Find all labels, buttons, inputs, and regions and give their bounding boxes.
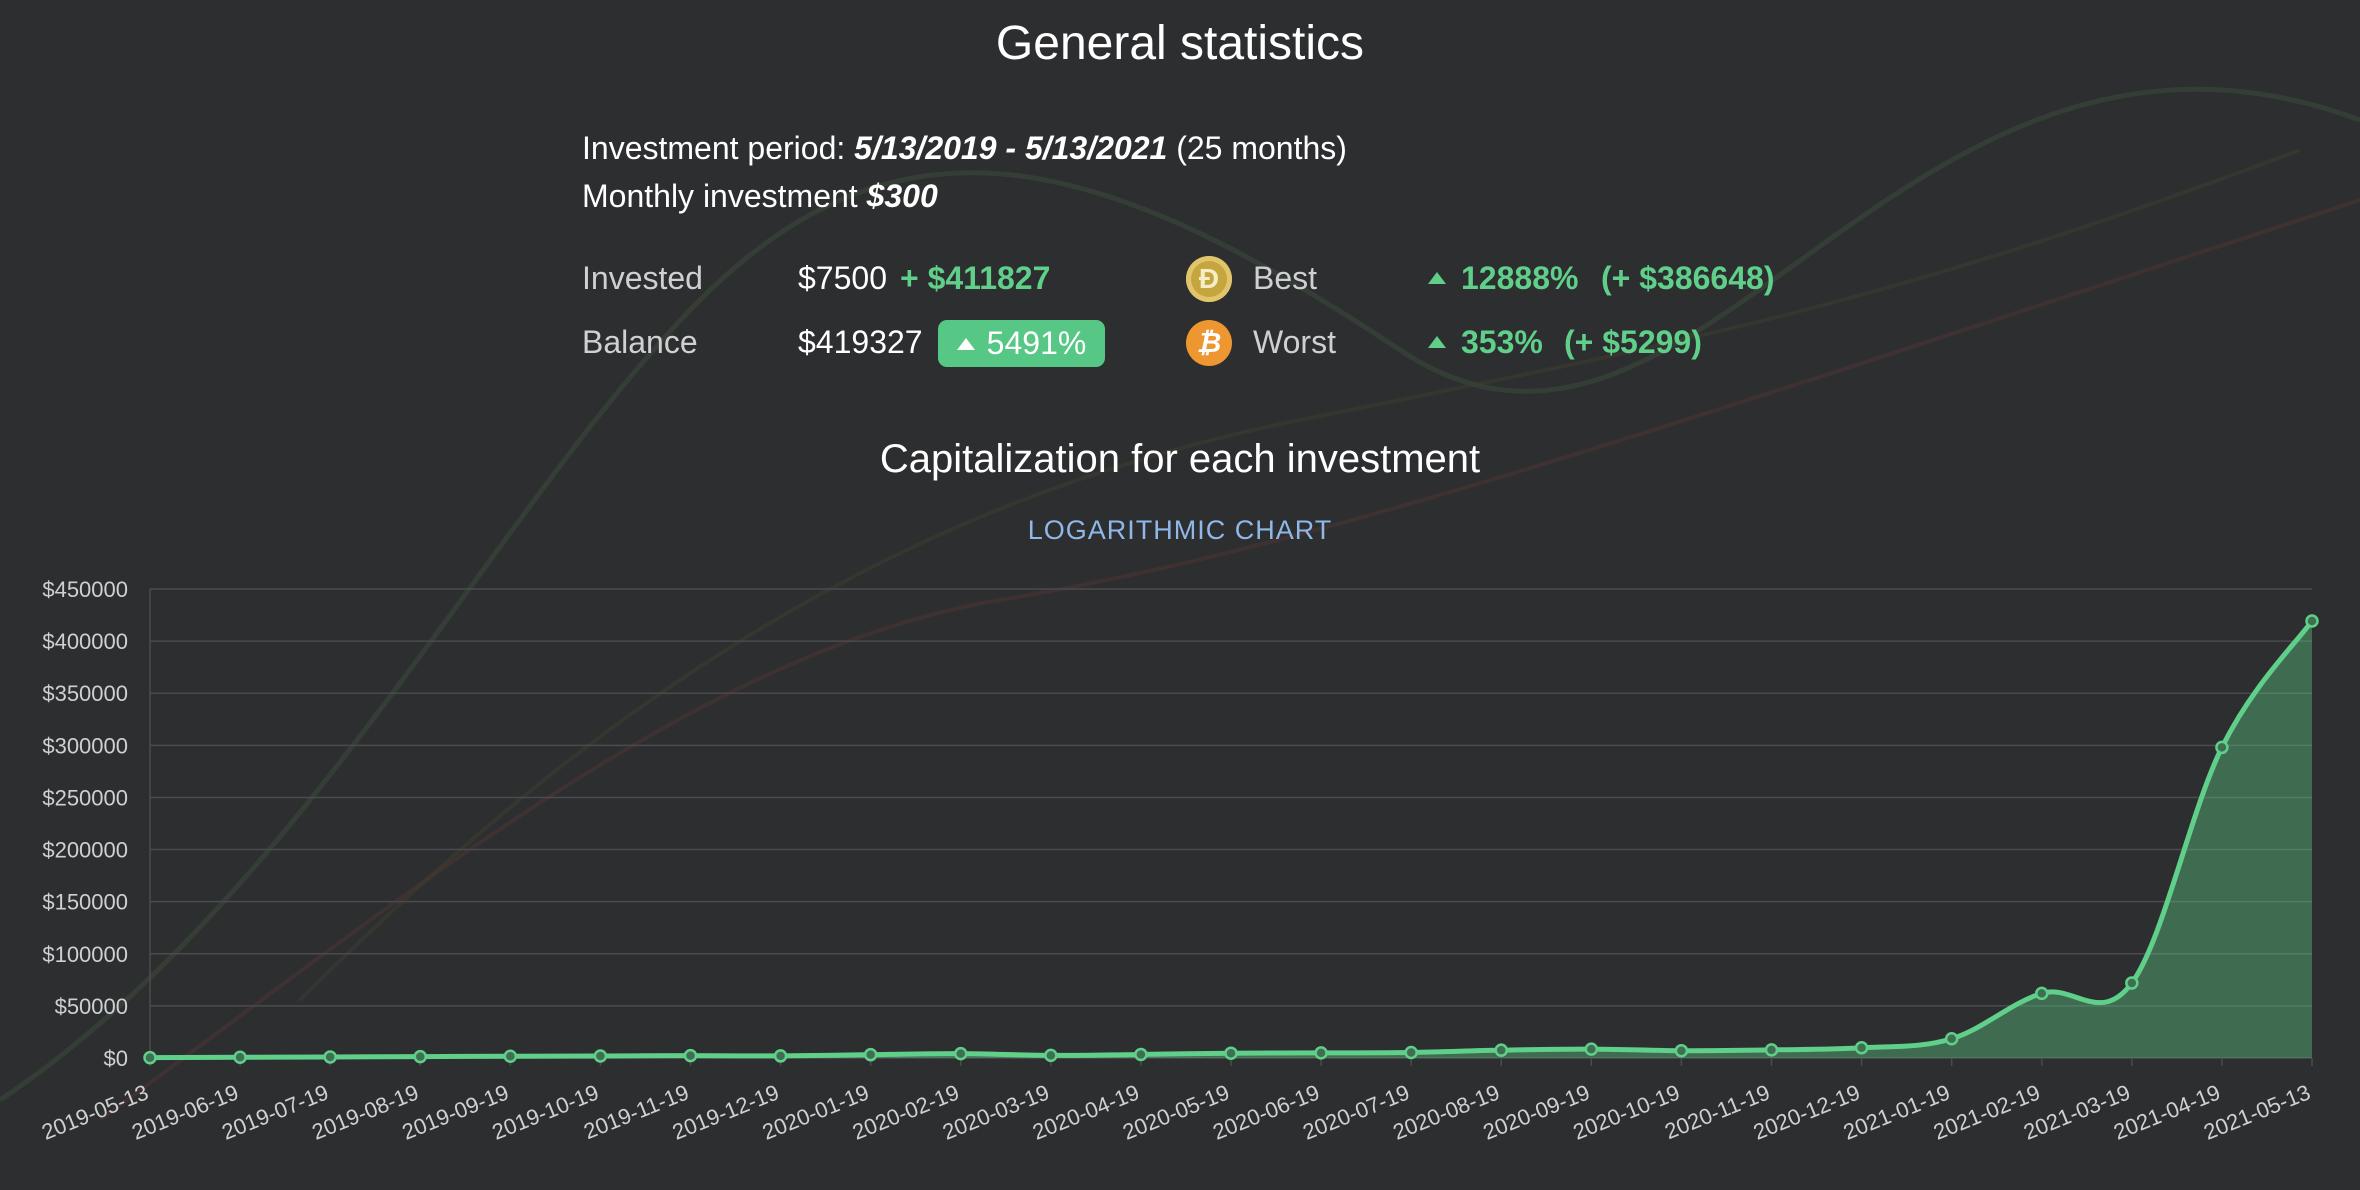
data-point (2125, 976, 2139, 990)
data-point (593, 1049, 608, 1063)
data-point (773, 1049, 788, 1063)
data-point (1584, 1042, 1599, 1056)
data-point (503, 1049, 518, 1063)
capitalization-chart: $0 $50000 $100000 $150000 $200000 $250000 $300… (38, 577, 2319, 1145)
data-point (2215, 740, 2229, 755)
data-point (1224, 1046, 1238, 1060)
data-point (413, 1049, 427, 1064)
data-point (1314, 1046, 1328, 1060)
y-tick-label: $150000 (42, 890, 128, 915)
data-point (1854, 1041, 1869, 1055)
y-tick-label: $50000 (55, 994, 128, 1019)
data-point (2035, 986, 2049, 1001)
data-point (1044, 1048, 1058, 1063)
data-point (1494, 1043, 1508, 1057)
data-point (954, 1046, 968, 1061)
series-line (149, 619, 2315, 1061)
y-tick-label: $300000 (42, 733, 128, 758)
data-point (683, 1048, 698, 1063)
y-tick-label: $450000 (42, 577, 128, 602)
data-point (143, 1050, 157, 1065)
data-point (1944, 1031, 1959, 1046)
data-point (233, 1050, 247, 1065)
y-tick-label: $400000 (42, 629, 128, 654)
data-point (1134, 1047, 1148, 1062)
data-point (323, 1050, 337, 1064)
data-point (863, 1047, 878, 1062)
data-point (1764, 1043, 1779, 1057)
series-area (150, 620, 2312, 1058)
y-tick-label: $200000 (42, 838, 128, 863)
y-tick-label: $350000 (42, 681, 128, 706)
data-point (1404, 1045, 1418, 1060)
y-tick-label: $0 (104, 1046, 128, 1071)
y-tick-label: $250000 (42, 785, 128, 810)
y-tick-label: $100000 (42, 942, 128, 967)
data-point (2305, 614, 2319, 628)
data-point (1674, 1043, 1689, 1058)
